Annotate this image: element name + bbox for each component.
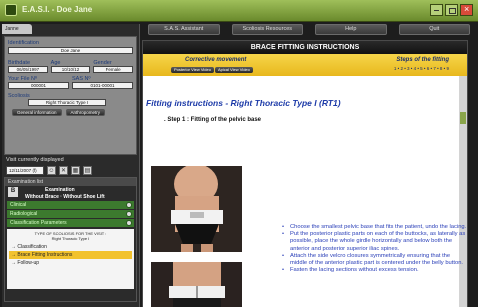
grid-icon[interactable]: ▦ [71, 165, 80, 175]
corrective-movement-label: Corrective movement [185, 57, 247, 63]
examination-list-header: Examination list [5, 178, 136, 186]
examination-list: Examination list B Examination Without B… [4, 177, 137, 302]
general-information-button[interactable]: General information [12, 109, 62, 116]
check-icon [126, 211, 132, 217]
trash-icon[interactable]: ✕ [59, 165, 68, 175]
scoliosis-field[interactable]: Right Thoracic Type I [28, 99, 106, 106]
help-button[interactable]: Help [315, 24, 387, 35]
title-bar: E.A.S.I. - Doe Jane [0, 0, 478, 22]
window-controls [430, 4, 473, 16]
exam-item-clinical[interactable]: Clinical [7, 201, 134, 209]
identification-label: Identification [8, 40, 39, 46]
sas-assistant-button[interactable]: S.A.S. Assistant [148, 24, 220, 35]
instruction-item: Attach the side velcro closures symmetri… [282, 253, 467, 267]
main-header: BRACE FITTING INSTRUCTIONS [143, 41, 467, 54]
person-icon[interactable]: ☺ [47, 165, 56, 175]
save-icon[interactable]: ▤ [83, 165, 92, 175]
instruction-item: Put the posterior plastic parts on each … [282, 231, 467, 253]
exam-item-radiological[interactable]: Radiological [7, 210, 134, 218]
steps-numbers[interactable]: 1 • 2 • 3 • 4 • 5 • 6 • 7 • 8 • 9 [394, 66, 449, 71]
minimize-button[interactable] [430, 4, 443, 16]
close-button[interactable] [460, 4, 473, 16]
scoliosis-type-box: TYPE OF SCOLIOSIS FOR THE VISIT : Right … [7, 229, 134, 289]
pelvic-base-photo-front [151, 166, 242, 252]
posterior-view-video-button[interactable]: Posterior View Video [171, 67, 214, 73]
examination-type[interactable]: B Examination Without Brace · Without Sh… [5, 186, 136, 200]
sas-number-field[interactable]: 0101-00001 [72, 82, 133, 89]
step-bar: Corrective movement Posterior View Video… [143, 54, 467, 76]
apical-view-video-button[interactable]: Apical View Video [215, 67, 253, 73]
instruction-item: Choose the smallest pelvic base that fit… [282, 224, 467, 231]
scoliosis-resources-button[interactable]: Scoliosis Resources [231, 24, 303, 35]
gender-field[interactable]: Female [93, 66, 134, 73]
document-title: Fitting instructions - Right Thoracic Ty… [146, 98, 341, 108]
link-brace-fitting[interactable]: → Brace Fitting Instructions [9, 251, 132, 259]
visit-label: Visit currently displayed [6, 157, 64, 163]
maximize-button[interactable] [445, 4, 458, 16]
step-heading: . Step 1 : Fitting of the pelvic base [164, 117, 262, 123]
scrollbar-thumb[interactable] [460, 112, 466, 124]
patient-name-field[interactable]: Doe Jane [8, 47, 133, 54]
instructions-list: Choose the smallest pelvic base that fit… [282, 224, 467, 274]
age-field[interactable]: 10/10/12 [50, 66, 91, 73]
exam-item-classification[interactable]: Classification Parameters [7, 219, 134, 227]
visit-row: 12/11/2007 (f) ☺ ✕ ▦ ▤ [6, 165, 135, 175]
top-nav: S.A.S. Assistant Scoliosis Resources Hel… [142, 24, 476, 37]
steps-label: Steps of the fitting [396, 57, 449, 63]
quit-button[interactable]: Quit [398, 24, 470, 35]
birthdate-field[interactable]: 06/05/1997 [8, 66, 48, 73]
brace-badge-icon: B [8, 187, 18, 197]
window-title: E.A.S.I. - Doe Jane [22, 5, 93, 14]
check-icon [126, 220, 132, 226]
instruction-item: Fasten the lacing sections without exces… [282, 267, 467, 274]
left-panel: Janne Identification Doe Jane Birthdate … [2, 24, 140, 307]
identification-box: Identification Doe Jane Birthdate 06/05/… [4, 36, 137, 155]
visit-date-select[interactable]: 12/11/2007 (f) [6, 165, 44, 175]
link-follow-up[interactable]: → Follow-up [9, 259, 132, 267]
app-icon [5, 4, 17, 16]
pelvic-base-photo-back [151, 262, 242, 307]
file-number-field[interactable]: 000001 [8, 82, 69, 89]
check-icon [126, 202, 132, 208]
patient-tab[interactable]: Janne [2, 24, 32, 34]
link-classification[interactable]: → Classification [9, 243, 132, 251]
anthropometry-button[interactable]: Anthropometry [65, 109, 106, 116]
